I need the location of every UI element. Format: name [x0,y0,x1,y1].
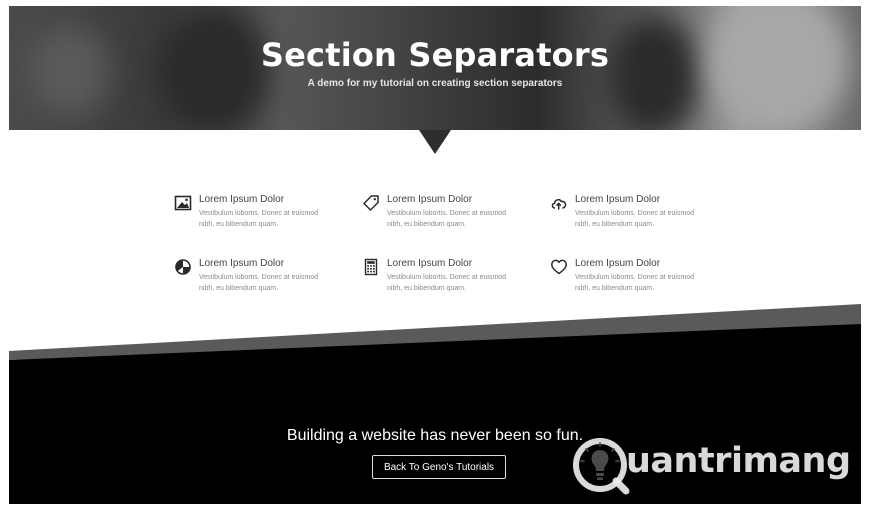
lightbulb-icon [573,438,630,495]
back-to-tutorials-button[interactable]: Back To Geno's Tutorials [372,455,506,479]
page-frame: Section Separators A demo for my tutoria… [9,6,861,504]
watermark: uantrimang [570,433,860,495]
watermark-text: uantrimang [626,441,851,481]
